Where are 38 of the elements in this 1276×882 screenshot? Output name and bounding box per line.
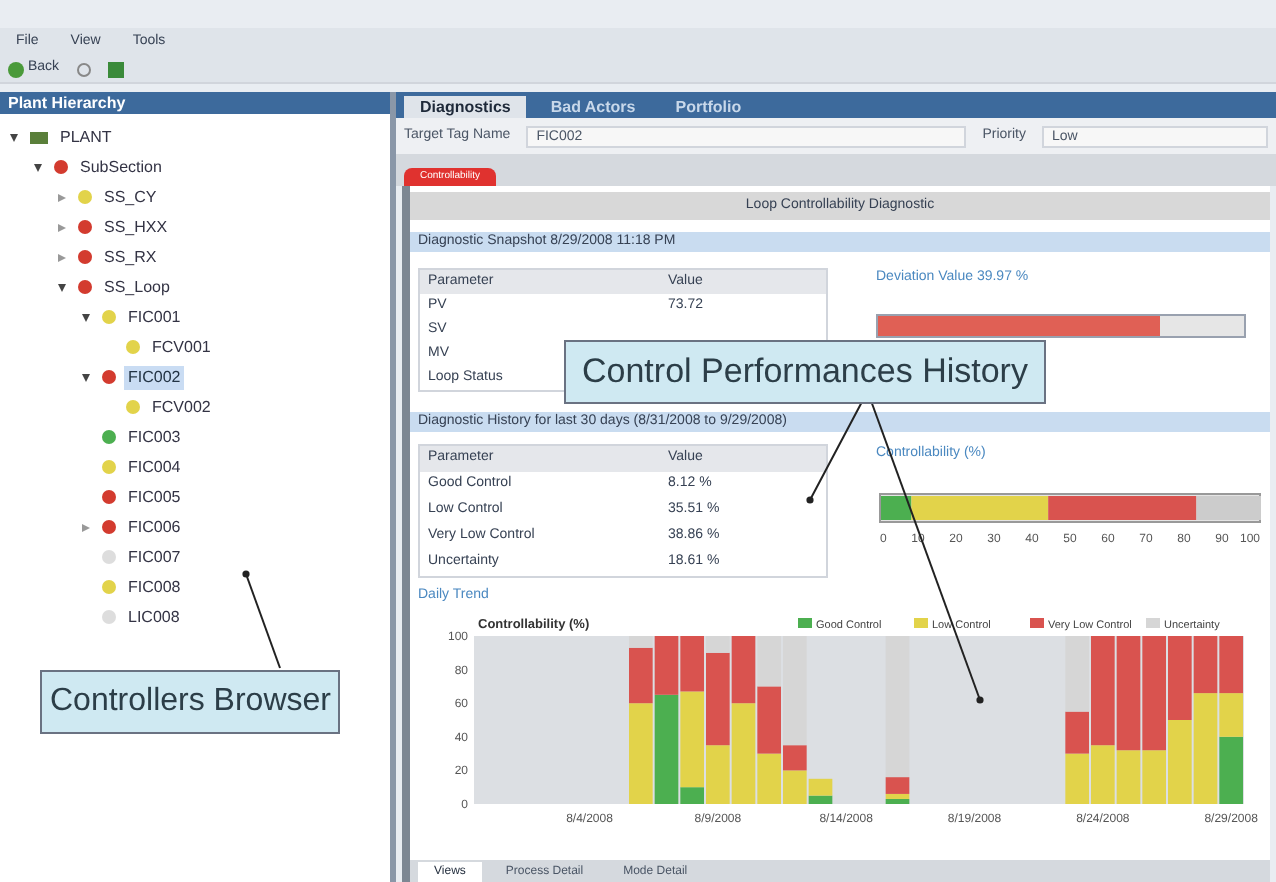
panel-header: Plant Hierarchy [0, 92, 390, 114]
legend-swatch [798, 617, 812, 627]
tab[interactable]: Portfolio [659, 96, 758, 118]
expand-icon[interactable] [56, 191, 68, 203]
collapse-icon[interactable] [80, 311, 92, 323]
expand-icon[interactable] [56, 221, 68, 233]
expand-icon[interactable] [56, 251, 68, 263]
tree-item[interactable]: SubSection [76, 155, 166, 179]
legend-swatch [1030, 617, 1044, 627]
collapse-icon[interactable] [32, 161, 44, 173]
tree-item[interactable]: FIC002 [124, 365, 185, 389]
tree-item[interactable]: PLANT [56, 125, 116, 149]
tab[interactable]: Bad Actors [534, 96, 652, 118]
tree-item[interactable]: SS_HXX [100, 215, 172, 239]
collapse-icon[interactable] [56, 281, 68, 293]
collapse-icon[interactable] [80, 371, 92, 383]
tree-item[interactable]: FIC008 [124, 575, 185, 599]
tab[interactable]: Diagnostics [404, 96, 527, 118]
tree-item[interactable]: FCV001 [148, 335, 215, 359]
tree-item[interactable]: SS_CY [100, 185, 161, 209]
legend-swatch [914, 617, 928, 627]
callout: Controllers Browser [40, 670, 341, 734]
tree-item[interactable]: FCV002 [148, 395, 215, 419]
callout: Control Performances History [564, 340, 1046, 403]
leader-line [242, 570, 281, 669]
tree-item[interactable]: FIC007 [124, 545, 185, 569]
tree-item[interactable]: FIC006 [124, 515, 185, 539]
tree-item[interactable]: FIC003 [124, 425, 185, 449]
legend-swatch [1146, 617, 1160, 627]
expand-icon[interactable] [80, 521, 92, 533]
tree-item[interactable]: FIC005 [124, 485, 185, 509]
tree-item[interactable]: SS_Loop [100, 275, 174, 299]
collapse-icon[interactable] [8, 131, 20, 143]
tree-item[interactable]: LIC008 [124, 605, 184, 629]
tree-item[interactable]: FIC004 [124, 455, 185, 479]
tree-item[interactable]: SS_RX [100, 245, 161, 269]
bar [1065, 752, 1089, 803]
tree-item[interactable]: FIC001 [124, 305, 185, 329]
